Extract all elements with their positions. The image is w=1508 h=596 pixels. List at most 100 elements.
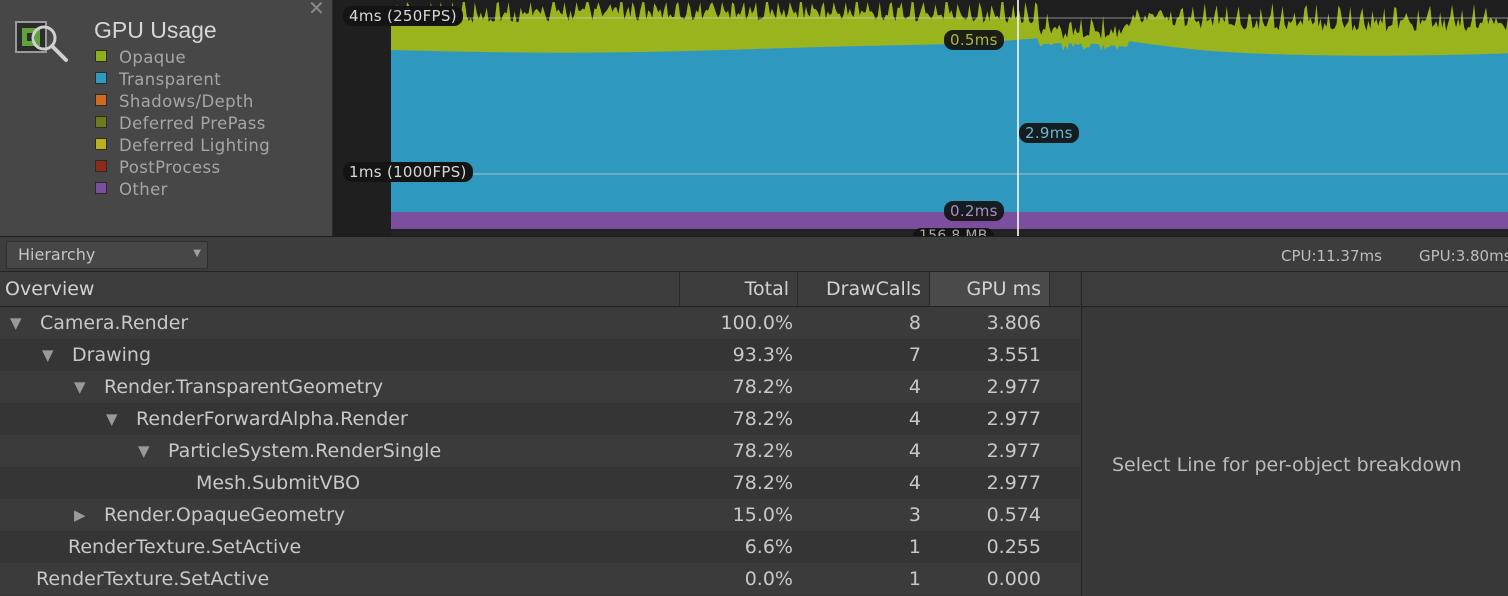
- row-name: RenderForwardAlpha.Render: [136, 408, 408, 430]
- legend-item-deferred-prepass[interactable]: Deferred PrePass: [95, 114, 270, 136]
- row-total: 78.2%: [732, 472, 793, 494]
- legend-item-deferred-lighting[interactable]: Deferred Lighting: [95, 136, 270, 158]
- row-name: ParticleSystem.RenderSingle: [168, 440, 442, 462]
- row-gpu-ms: 3.551: [986, 344, 1041, 366]
- expand-triangle-icon[interactable]: ▼: [74, 371, 86, 403]
- detail-message: Select Line for per-object breakdown: [1112, 454, 1462, 476]
- legend-swatch: [95, 50, 107, 62]
- row-gpu-ms: 0.574: [986, 504, 1041, 526]
- table-row[interactable]: RenderTexture.SetActive 0.0% 1 0.000: [0, 563, 1080, 595]
- legend-item-transparent[interactable]: Transparent: [95, 70, 270, 92]
- legend-label: PostProcess: [119, 158, 221, 177]
- table-row[interactable]: ▼ Drawing 93.3% 7 3.551: [0, 339, 1080, 371]
- transparent-value-label: 2.9ms: [1019, 123, 1079, 143]
- gpu-time-readout: GPU:3.80ms: [1419, 247, 1508, 265]
- chart-legend: Opaque Transparent Shadows/Depth Deferred P…: [95, 48, 270, 202]
- gpu-area-chart[interactable]: [333, 0, 1508, 236]
- expand-triangle-icon[interactable]: ▼: [138, 435, 150, 467]
- table-row[interactable]: ▼ ParticleSystem.RenderSingle 78.2% 4 2.977: [0, 435, 1080, 467]
- gpu-usage-chart[interactable]: 4ms (250FPS) 1ms (1000FPS) 0.5ms 2.9ms 0…: [333, 0, 1508, 236]
- row-name: Mesh.SubmitVBO: [196, 472, 361, 494]
- table-row[interactable]: ▶ Render.OpaqueGeometry 15.0% 3 0.574: [0, 499, 1080, 531]
- table-row[interactable]: ▼ Render.TransparentGeometry 78.2% 4 2.977: [0, 371, 1080, 403]
- column-header-drawcalls[interactable]: DrawCalls: [798, 272, 930, 306]
- legend-label: Opaque: [119, 48, 187, 67]
- row-gpu-ms: 2.977: [986, 408, 1041, 430]
- legend-swatch: [95, 160, 107, 172]
- row-gpu-ms: 3.806: [986, 312, 1041, 334]
- row-drawcalls: 1: [908, 568, 921, 590]
- chevron-down-icon: ▼: [193, 248, 201, 259]
- legend-item-shadows-depth[interactable]: Shadows/Depth: [95, 92, 270, 114]
- row-gpu-ms: 2.977: [986, 472, 1041, 494]
- expand-triangle-icon[interactable]: ▼: [106, 403, 118, 435]
- row-drawcalls: 3: [908, 504, 921, 526]
- table-row[interactable]: RenderTexture.SetActive 6.6% 1 0.255: [0, 531, 1080, 563]
- row-gpu-ms: 0.000: [986, 568, 1041, 590]
- row-name: Render.TransparentGeometry: [104, 376, 384, 398]
- legend-label: Deferred PrePass: [119, 114, 266, 133]
- legend-label: Shadows/Depth: [119, 92, 254, 111]
- reference-label-1ms: 1ms (1000FPS): [343, 162, 473, 182]
- row-drawcalls: 7: [908, 344, 921, 366]
- table-header: Overview Total DrawCalls GPU ms: [0, 272, 1080, 307]
- expand-triangle-icon[interactable]: ▼: [10, 307, 22, 339]
- column-header-total[interactable]: Total: [680, 272, 798, 306]
- row-drawcalls: 1: [908, 536, 921, 558]
- table-row[interactable]: ▼ RenderForwardAlpha.Render 78.2% 4 2.977: [0, 403, 1080, 435]
- expand-triangle-icon[interactable]: ▼: [42, 339, 54, 371]
- gpu-profiler-icon: [15, 21, 68, 62]
- close-icon[interactable]: ✕: [308, 0, 325, 20]
- legend-swatch: [95, 116, 107, 128]
- view-mode-label: Hierarchy: [18, 245, 96, 264]
- legend-swatch: [95, 182, 107, 194]
- legend-swatch: [95, 72, 107, 84]
- other-value-label: 0.2ms: [944, 201, 1004, 221]
- row-drawcalls: 8: [908, 312, 921, 334]
- column-header-gpu-ms[interactable]: GPU ms: [930, 272, 1050, 306]
- row-name: RenderTexture.SetActive: [68, 536, 302, 558]
- reference-label-4ms: 4ms (250FPS): [343, 6, 463, 26]
- row-total: 93.3%: [732, 344, 793, 366]
- row-name: Render.OpaqueGeometry: [104, 504, 346, 526]
- legend-item-postprocess[interactable]: PostProcess: [95, 158, 270, 180]
- legend-item-other[interactable]: Other: [95, 180, 270, 202]
- row-name: RenderTexture.SetActive: [36, 568, 270, 590]
- column-header-overview[interactable]: Overview: [0, 272, 680, 306]
- row-total: 78.2%: [732, 376, 793, 398]
- row-gpu-ms: 0.255: [986, 536, 1041, 558]
- row-total: 78.2%: [732, 408, 793, 430]
- profiler-toolbar: Hierarchy ▼ CPU:11.37ms GPU:3.80ms: [0, 236, 1508, 272]
- panel-title: GPU Usage: [94, 17, 217, 43]
- legend-label: Other: [119, 180, 168, 199]
- frame-selection-line[interactable]: [1017, 0, 1019, 236]
- row-name: Camera.Render: [40, 312, 189, 334]
- view-mode-dropdown[interactable]: Hierarchy ▼: [6, 241, 208, 269]
- legend-label: Deferred Lighting: [119, 136, 271, 155]
- object-detail-panel: Select Line for per-object breakdown: [1081, 272, 1508, 596]
- memory-value-label: 156.8 MB: [913, 228, 994, 236]
- legend-swatch: [95, 94, 107, 106]
- transparent-area: [391, 38, 1508, 213]
- table-row[interactable]: ▼ Camera.Render 100.0% 8 3.806: [0, 307, 1080, 339]
- legend-item-opaque[interactable]: Opaque: [95, 48, 270, 70]
- collapse-triangle-icon[interactable]: ▶: [74, 499, 86, 531]
- cpu-time-readout: CPU:11.37ms: [1281, 247, 1382, 265]
- row-drawcalls: 4: [908, 440, 921, 462]
- row-gpu-ms: 2.977: [986, 440, 1041, 462]
- row-drawcalls: 4: [908, 472, 921, 494]
- legend-label: Transparent: [119, 70, 222, 89]
- legend-swatch: [95, 138, 107, 150]
- row-gpu-ms: 2.977: [986, 376, 1041, 398]
- row-total: 0.0%: [744, 568, 793, 590]
- row-total: 15.0%: [732, 504, 793, 526]
- detail-header: [1082, 272, 1508, 307]
- row-name: Drawing: [72, 344, 152, 366]
- opaque-value-label: 0.5ms: [944, 30, 1004, 50]
- row-total: 78.2%: [732, 440, 793, 462]
- row-total: 100.0%: [720, 312, 793, 334]
- row-drawcalls: 4: [908, 408, 921, 430]
- gpu-usage-module-panel[interactable]: ✕ GPU Usage Opaque Transparent Shadows/Dep…: [0, 0, 333, 236]
- table-row[interactable]: Mesh.SubmitVBO 78.2% 4 2.977: [0, 467, 1080, 499]
- row-total: 6.6%: [744, 536, 793, 558]
